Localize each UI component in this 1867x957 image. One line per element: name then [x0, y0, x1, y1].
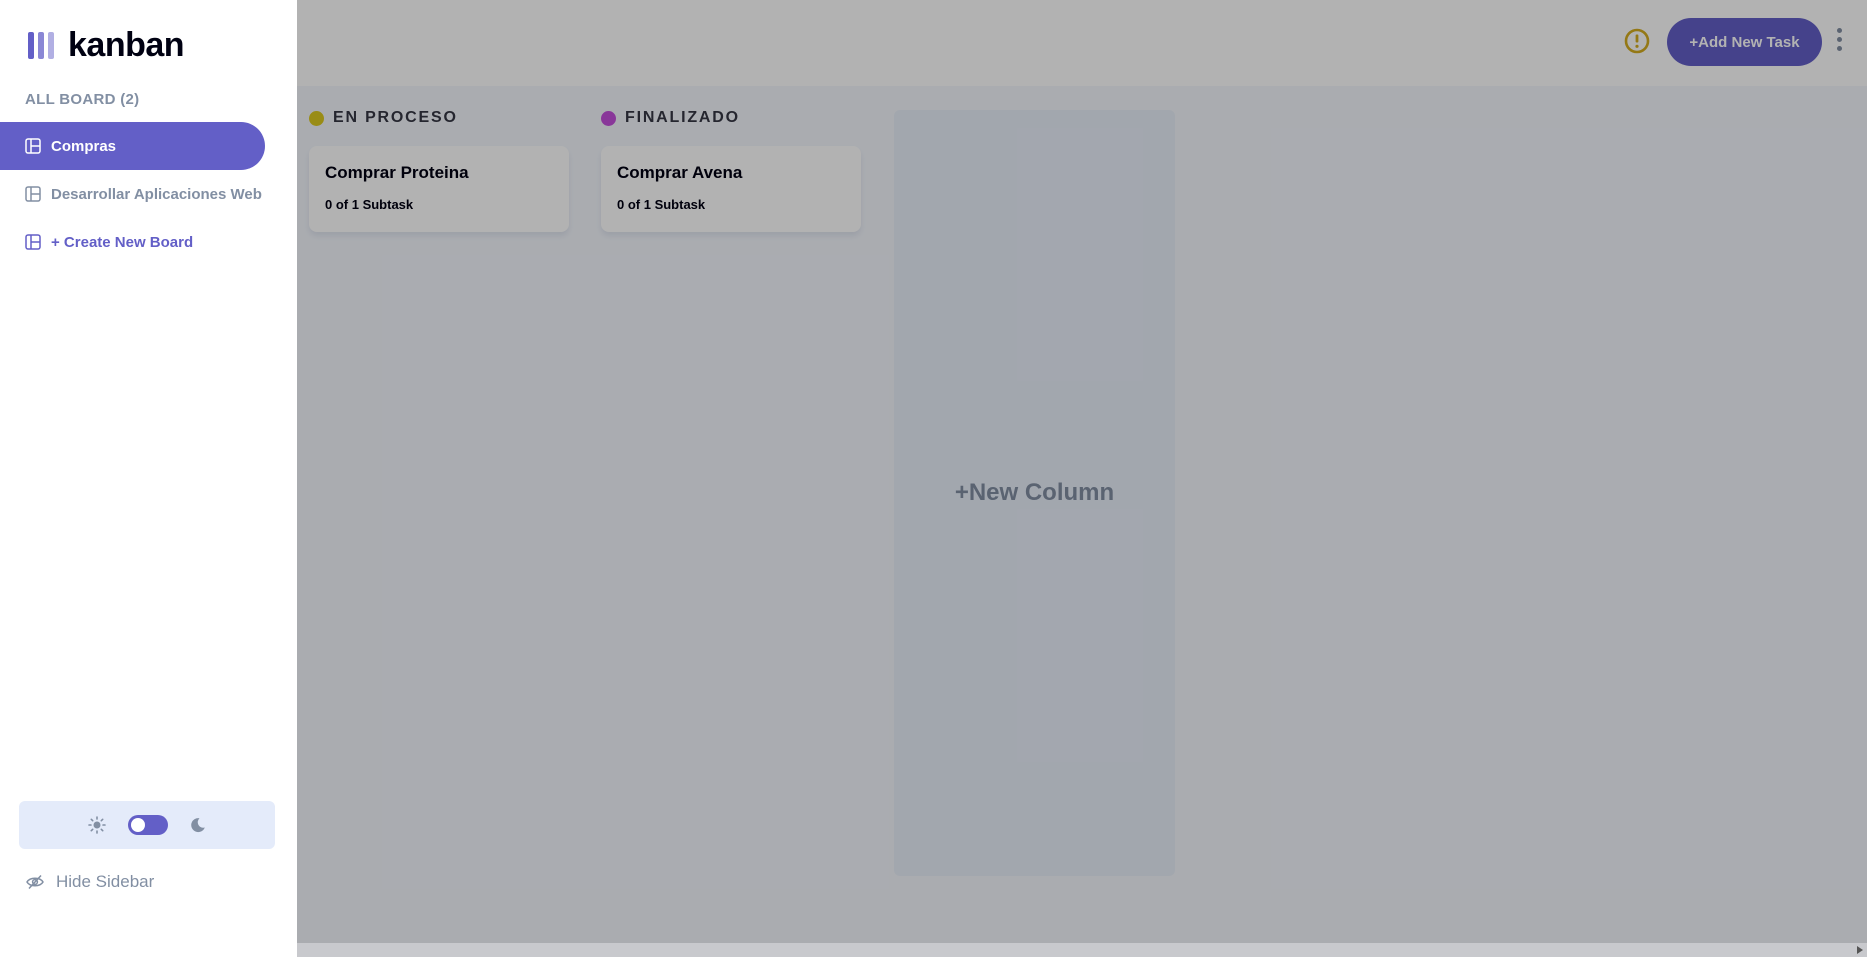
board-icon	[25, 234, 41, 250]
hide-sidebar-label: Hide Sidebar	[56, 872, 155, 891]
boards-count-title: ALL BOARD (2)	[25, 91, 140, 108]
hide-sidebar-button[interactable]: Hide Sidebar	[26, 872, 154, 892]
board-list: Compras Desarrollar Aplicaciones Web + C…	[0, 122, 265, 266]
logo-text: kanban	[68, 26, 185, 64]
toggle-knob	[131, 818, 145, 832]
sidebar-item-label: Compras	[51, 137, 117, 155]
logo-icon	[28, 32, 54, 59]
board-icon	[25, 186, 41, 202]
theme-toggle-switch[interactable]	[128, 815, 168, 835]
sidebar: kanban ALL BOARD (2) Compras Desarrollar…	[0, 0, 297, 957]
create-new-board-button[interactable]: + Create New Board	[0, 218, 265, 266]
horizontal-scrollbar[interactable]	[297, 943, 1867, 957]
logo: kanban	[28, 26, 185, 65]
sidebar-item-desarrollar[interactable]: Desarrollar Aplicaciones Web	[0, 170, 265, 218]
sidebar-item-label: Desarrollar Aplicaciones Web	[51, 185, 262, 203]
scroll-right-arrow-icon[interactable]	[1857, 946, 1863, 954]
sun-icon	[88, 816, 106, 834]
board-icon	[25, 138, 41, 154]
sidebar-item-compras[interactable]: Compras	[0, 122, 265, 170]
moon-icon	[191, 818, 205, 833]
eye-slash-icon	[26, 874, 44, 890]
create-board-label: + Create New Board	[51, 233, 194, 251]
modal-overlay[interactable]	[297, 0, 1867, 957]
theme-toggle-panel	[19, 801, 275, 849]
